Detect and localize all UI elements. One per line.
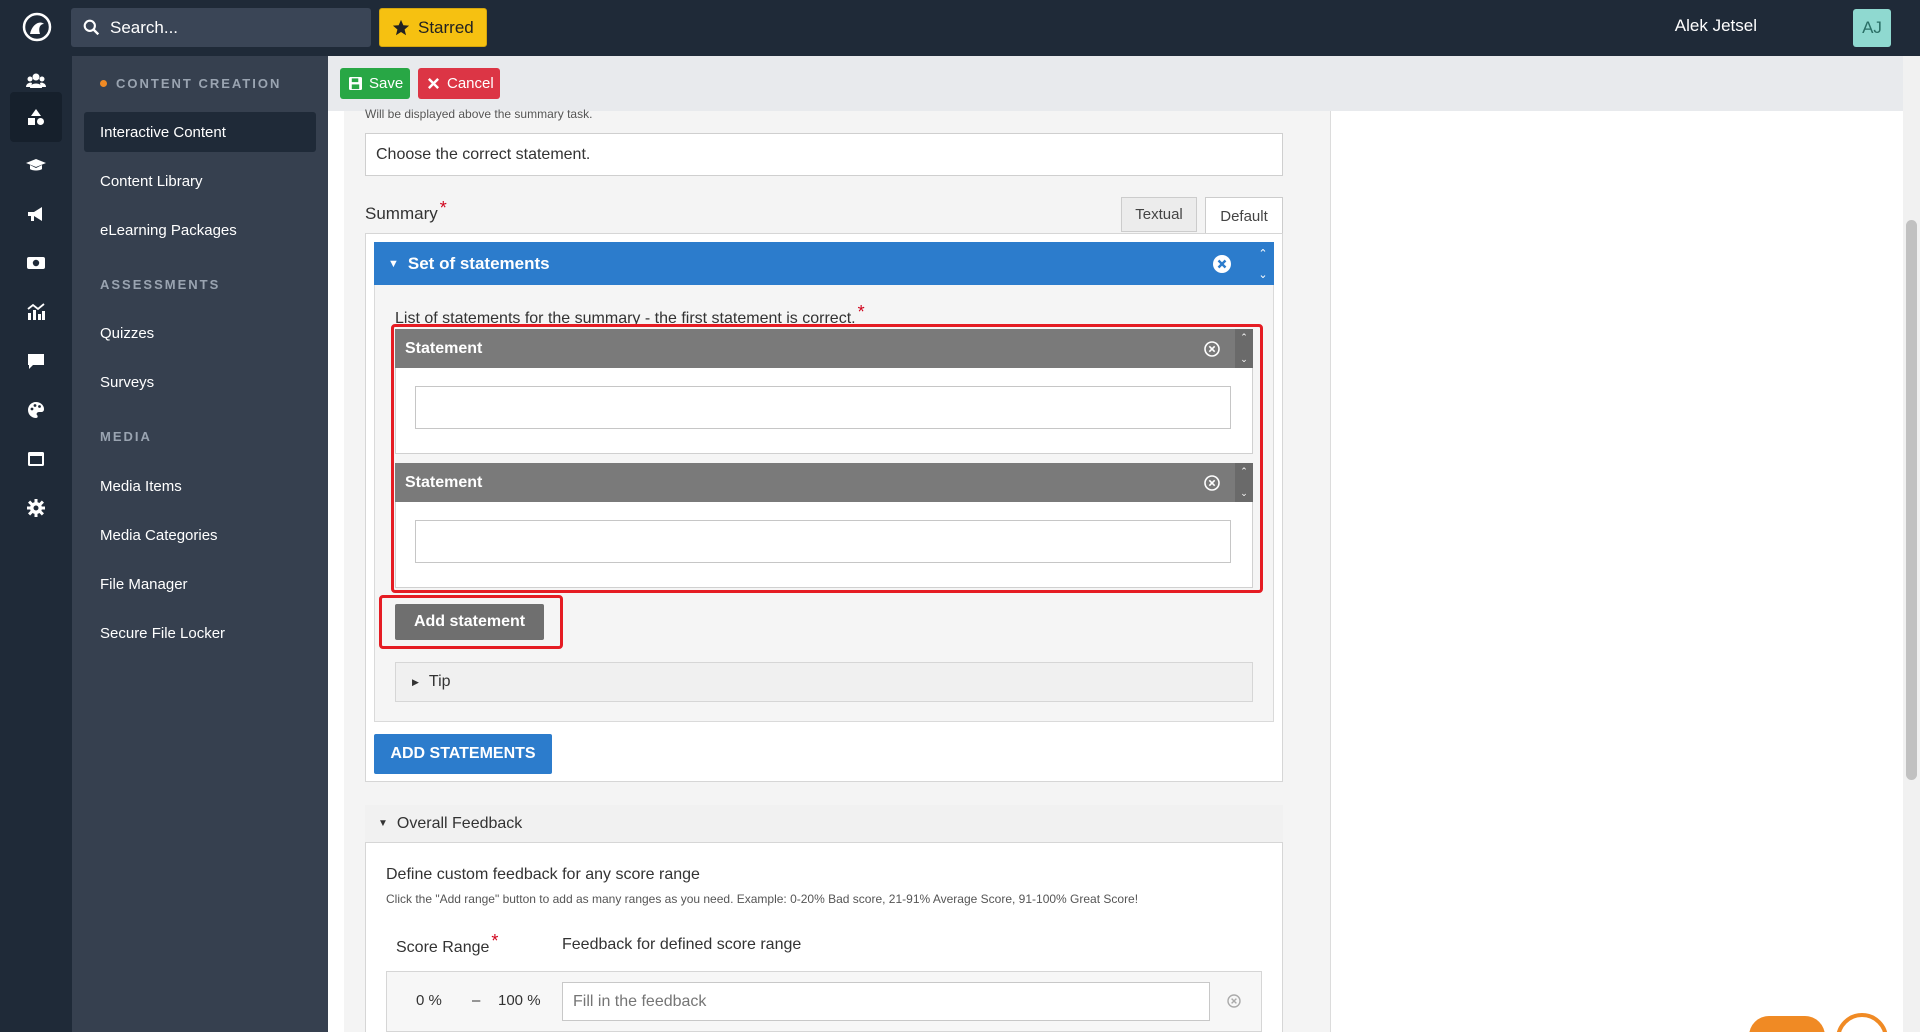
search-icon <box>83 19 100 36</box>
save-label: Save <box>369 75 404 92</box>
range-separator: – <box>472 992 481 1009</box>
floppy-disk-icon <box>349 77 362 90</box>
required-marker: * <box>491 931 499 951</box>
set-of-statements-header[interactable]: ▼ Set of statements <box>374 242 1274 285</box>
sidebar-section-assessments: ASSESSMENTS <box>100 277 221 292</box>
score-range-label: Score Range * <box>396 931 499 956</box>
media-icon[interactable] <box>10 238 62 288</box>
tab-default[interactable]: Default <box>1205 197 1283 234</box>
sidebar-section-content-creation: CONTENT CREATION <box>100 76 281 91</box>
feedback-input[interactable] <box>562 982 1210 1021</box>
required-marker: * <box>857 302 865 322</box>
close-icon <box>428 78 439 89</box>
add-statement-highlight <box>379 595 563 649</box>
remove-circle-icon[interactable] <box>1212 254 1232 274</box>
caret-down-icon: ▼ <box>378 818 388 829</box>
summary-label: Summary * <box>365 198 447 223</box>
cancel-label: Cancel <box>447 75 494 92</box>
feedback-subtitle: Define custom feedback for any score ran… <box>386 866 700 883</box>
shapes-icon[interactable] <box>10 92 62 142</box>
scrollbar-thumb[interactable] <box>1906 220 1917 780</box>
feedback-description: Click the "Add range" button to add as m… <box>386 892 1139 906</box>
caret-down-icon: ▼ <box>388 257 399 270</box>
intro-text-field[interactable]: Choose the correct statement. <box>365 133 1283 176</box>
analytics-icon[interactable] <box>10 287 62 337</box>
sidebar-item-secure-file-locker[interactable]: Secure File Locker <box>84 613 316 653</box>
sidebar-item-elearning-packages[interactable]: eLearning Packages <box>84 210 316 250</box>
set-of-statements-title: Set of statements <box>407 253 550 273</box>
action-toolbar: Save Cancel <box>328 56 1903 111</box>
chevron-down-icon[interactable]: ⌄ <box>1258 268 1267 281</box>
sidebar-section-media: MEDIA <box>100 429 152 444</box>
starred-label: Starred <box>418 17 474 37</box>
sidebar-item-surveys[interactable]: Surveys <box>84 362 316 402</box>
sidebar-item-media-categories[interactable]: Media Categories <box>84 515 316 555</box>
add-statements-button[interactable]: ADD STATEMENTS <box>374 734 552 774</box>
sidebar: CONTENT CREATION Interactive Content Con… <box>72 56 328 1032</box>
star-icon <box>392 19 410 35</box>
chat-icon[interactable] <box>10 336 62 386</box>
tip-toggle[interactable]: ▶ Tip <box>395 662 1253 702</box>
window-icon[interactable] <box>10 434 62 484</box>
overall-feedback-title: Overall Feedback <box>396 814 523 832</box>
reorder-arrows[interactable]: ⌃ ⌄ <box>1252 244 1274 284</box>
sidebar-item-file-manager[interactable]: File Manager <box>84 564 316 604</box>
save-button[interactable]: Save <box>340 68 410 99</box>
app-logo-icon[interactable] <box>22 12 52 42</box>
user-name[interactable]: Alek Jetsel <box>1675 16 1757 36</box>
sidebar-item-quizzes[interactable]: Quizzes <box>84 313 316 353</box>
search-input[interactable]: Search... <box>71 8 371 47</box>
range-min-value[interactable]: 0 % <box>416 992 442 1009</box>
statements-highlight <box>391 324 1263 593</box>
palette-icon[interactable] <box>10 385 62 435</box>
caret-right-icon: ▶ <box>412 676 419 687</box>
starred-button[interactable]: Starred <box>379 8 487 47</box>
top-bar: Search... Starred Alek Jetsel AJ <box>0 0 1920 56</box>
active-section-dot <box>100 80 107 88</box>
required-marker: * <box>439 198 447 218</box>
field-help-text: Will be displayed above the summary task… <box>365 107 593 121</box>
graduation-cap-icon[interactable] <box>10 140 62 190</box>
sidebar-item-media-items[interactable]: Media Items <box>84 466 316 506</box>
sidebar-item-content-library[interactable]: Content Library <box>84 161 316 201</box>
sidebar-item-interactive-content[interactable]: Interactive Content <box>84 112 316 152</box>
icon-rail <box>0 56 72 1032</box>
overall-feedback-header[interactable]: ▼ Overall Feedback <box>365 805 1283 843</box>
tab-textual[interactable]: Textual <box>1121 197 1197 232</box>
chat-widget-button[interactable] <box>1749 1016 1825 1032</box>
range-max-value[interactable]: 100 % <box>498 992 541 1009</box>
remove-range-icon[interactable] <box>1227 994 1241 1008</box>
search-placeholder: Search... <box>110 17 179 37</box>
avatar[interactable]: AJ <box>1853 9 1891 47</box>
megaphone-icon[interactable] <box>10 189 62 239</box>
chevron-up-icon[interactable]: ⌃ <box>1258 247 1267 260</box>
cancel-button[interactable]: Cancel <box>418 68 500 99</box>
tip-label: Tip <box>428 673 451 690</box>
gear-icon[interactable] <box>10 483 62 533</box>
feedback-range-label: Feedback for defined score range <box>562 936 802 953</box>
